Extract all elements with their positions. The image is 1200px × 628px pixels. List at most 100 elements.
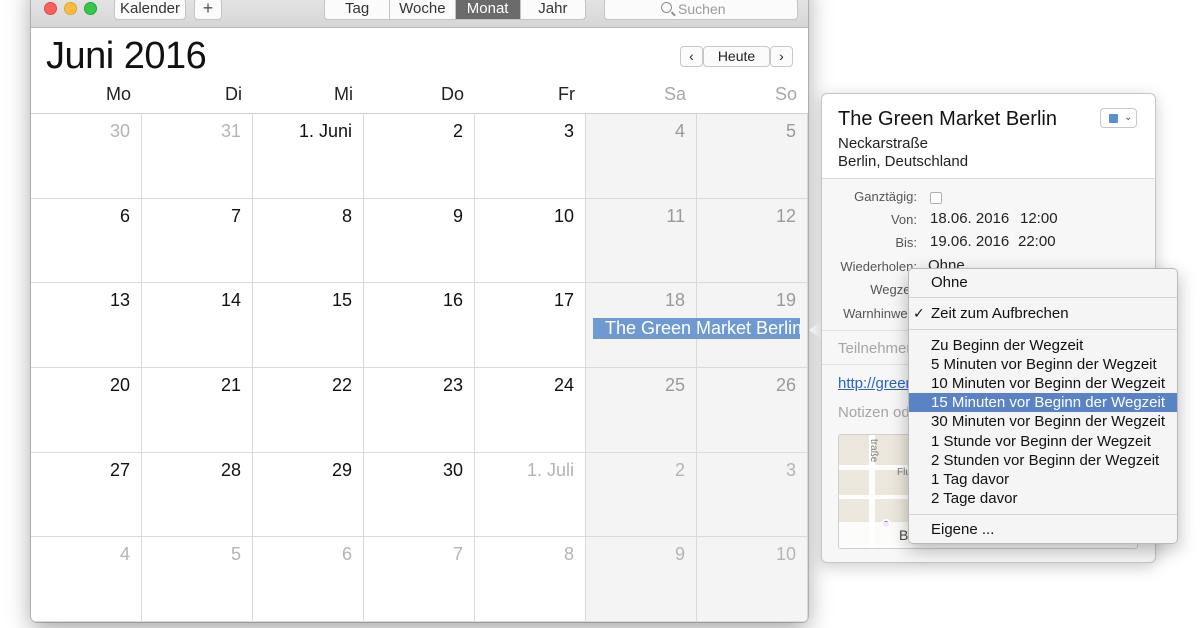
day-cell[interactable]: 5 [142, 537, 253, 622]
today-button[interactable]: Heute [703, 46, 770, 67]
day-number: 1. Juli [526, 459, 574, 480]
event-url-link[interactable]: http://greer [838, 375, 911, 392]
day-cell[interactable]: 11 [586, 198, 697, 284]
notes-field[interactable]: Notizen od [838, 404, 910, 421]
day-cell[interactable]: 24 [475, 368, 586, 453]
day-cell[interactable]: 26 [697, 368, 808, 453]
event-location-line2[interactable]: Berlin, Deutschland [838, 153, 968, 170]
day-cell[interactable]: 16 [364, 283, 475, 368]
day-cell[interactable]: 4 [31, 537, 142, 622]
weekday-label: Di [225, 84, 242, 104]
day-cell[interactable]: 7 [142, 198, 253, 284]
allday-label: Ganztägig: [854, 189, 917, 204]
day-cell[interactable]: 4 [586, 114, 697, 199]
day-cell[interactable]: 1. Juli [475, 452, 586, 538]
day-cell[interactable]: 8 [475, 537, 586, 622]
from-date[interactable]: 18.06. 2016 [930, 210, 1009, 227]
menu-item-custom[interactable]: Eigene ... [909, 520, 1177, 539]
event-title[interactable]: The Green Market Berlin [838, 108, 1057, 131]
calendars-button[interactable]: Kalender [114, 0, 186, 20]
previous-month-button[interactable]: ‹ [680, 46, 703, 67]
from-time[interactable]: 12:00 [1020, 210, 1058, 227]
day-cell[interactable]: 6 [31, 198, 142, 284]
menu-item-alert-option[interactable]: Zu Beginn der Wegzeit [909, 336, 1177, 355]
day-cell[interactable]: 30 [31, 114, 142, 199]
day-cell[interactable]: 25 [586, 368, 697, 453]
day-cell[interactable]: 2 [364, 114, 475, 199]
day-cell[interactable]: 28 [142, 452, 253, 538]
menu-item-alert-option[interactable]: 2 Stunden vor Beginn der Wegzeit [909, 451, 1177, 470]
weekday-label: So [774, 84, 797, 104]
menu-item-alert-option[interactable]: 30 Minuten vor Beginn der Wegzeit [909, 412, 1177, 431]
menu-item-alert-option[interactable]: 10 Minuten vor Beginn der Wegzeit [909, 374, 1177, 393]
to-date[interactable]: 19.06. 2016 [930, 233, 1009, 250]
day-cell[interactable]: 31 [142, 114, 253, 199]
menu-item-alert-option[interactable]: 15 Minuten vor Beginn der Wegzeit [909, 393, 1177, 413]
day-cell[interactable]: 3 [697, 452, 808, 538]
event-location-line1[interactable]: Neckarstraße [838, 135, 928, 152]
tab-month[interactable]: Monat [455, 0, 521, 19]
menu-item-alert-option[interactable]: 1 Stunde vor Beginn der Wegzeit [909, 432, 1177, 451]
tab-day[interactable]: Tag [325, 0, 391, 19]
menu-item-alert-option[interactable]: 5 Minuten vor Beginn der Wegzeit [909, 355, 1177, 374]
day-cell[interactable]: 14 [142, 283, 253, 368]
day-cell[interactable]: 6 [253, 537, 364, 622]
day-cell[interactable]: 3 [475, 114, 586, 199]
day-cell[interactable]: 23 [364, 368, 475, 453]
day-cell[interactable]: 13 [31, 283, 142, 368]
screen: Kalender + Tag Woche Monat Jahr Suchen J… [0, 0, 1200, 628]
day-cell[interactable]: 22 [253, 368, 364, 453]
calendar-color-picker[interactable]: ⌄ [1100, 108, 1137, 128]
tab-year[interactable]: Jahr [521, 0, 585, 19]
to-time[interactable]: 22:00 [1018, 233, 1056, 250]
menu-item-alert-option[interactable]: 2 Tage davor [909, 489, 1177, 508]
day-cell[interactable]: 5 [697, 114, 808, 199]
day-cell[interactable]: 10 [475, 198, 586, 284]
event-green-market[interactable]: The Green Market Berlin [593, 318, 800, 339]
zoom-window-icon[interactable] [84, 2, 97, 15]
day-cell[interactable]: 9 [364, 198, 475, 284]
menu-item-alert-option[interactable]: 1 Tag davor [909, 470, 1177, 489]
day-cell[interactable]: 30 [364, 452, 475, 538]
day-number: 30 [442, 459, 463, 480]
minimize-window-icon[interactable] [64, 2, 77, 15]
day-cell[interactable]: 8 [253, 198, 364, 284]
menu-item-none[interactable]: Ohne [909, 273, 1177, 292]
invitees-field[interactable]: Teilnehmer [838, 340, 911, 357]
day-cell[interactable]: 1. Juni [253, 114, 364, 199]
day-cell[interactable]: 29 [253, 452, 364, 538]
day-cell[interactable]: 7 [364, 537, 475, 622]
day-cell[interactable]: 2 [586, 452, 697, 538]
add-event-button[interactable]: + [194, 0, 222, 20]
day-cell[interactable]: 27 [31, 452, 142, 538]
day-number: 26 [775, 375, 796, 395]
repeat-label: Wiederholen: [840, 259, 917, 274]
day-cell[interactable]: 9 [586, 537, 697, 622]
next-month-button[interactable]: › [770, 46, 793, 67]
day-cell[interactable]: 12 [697, 198, 808, 284]
map-street-label: traße [868, 439, 879, 463]
day-cell[interactable]: 17 [475, 283, 586, 368]
search-input[interactable]: Suchen [604, 0, 798, 20]
day-cell[interactable]: 20 [31, 368, 142, 453]
day-number: 7 [452, 544, 463, 565]
day-cell[interactable]: 15 [253, 283, 364, 368]
tab-week[interactable]: Woche [390, 0, 456, 19]
day-number: 3 [563, 121, 574, 141]
calendar-color-swatch [1109, 114, 1118, 123]
calendar-window: Kalender + Tag Woche Monat Jahr Suchen J… [31, 0, 808, 622]
day-number: 12 [775, 205, 796, 226]
day-number: 16 [442, 290, 463, 311]
day-cell[interactable]: 21 [142, 368, 253, 453]
day-number: 10 [553, 205, 574, 226]
day-number: 3 [785, 459, 796, 480]
day-number: 11 [666, 205, 685, 226]
allday-checkbox[interactable] [930, 192, 942, 204]
day-cell[interactable]: 10 [697, 537, 808, 622]
day-number: 22 [331, 375, 352, 395]
close-window-icon[interactable] [44, 2, 57, 15]
menu-item-time-to-leave[interactable]: ✓ Zeit zum Aufbrechen [909, 304, 1177, 323]
checkmark-icon: ✓ [913, 305, 925, 321]
day-number: 5 [230, 544, 241, 565]
weekday-header: Mo Di Mi Do Fr Sa So [31, 76, 808, 114]
